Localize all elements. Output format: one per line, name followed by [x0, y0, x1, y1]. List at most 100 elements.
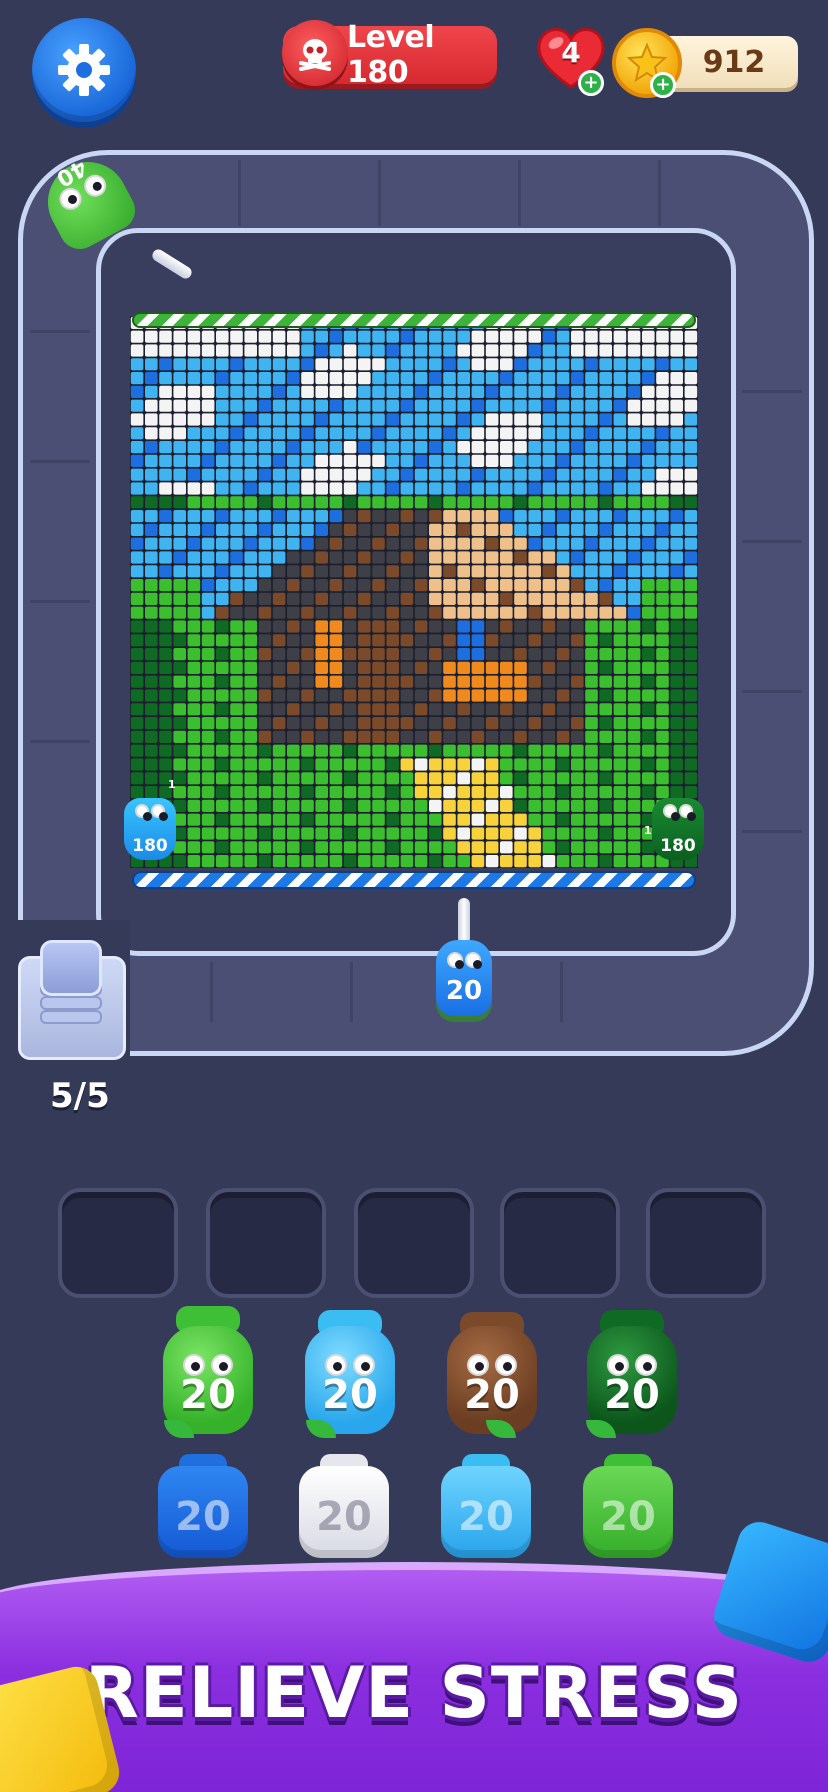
- pixel-cell: [471, 330, 485, 343]
- pixel-cell: [173, 592, 186, 605]
- pixel-cell: [684, 661, 698, 674]
- pixel-cell: [358, 579, 371, 592]
- pixel-cell: [258, 385, 272, 398]
- pixel-cell: [272, 855, 286, 868]
- add-lives-button[interactable]: +: [578, 70, 604, 96]
- empty-slot[interactable]: [646, 1188, 766, 1298]
- pixel-cell: [429, 344, 442, 357]
- pixel-cell: [329, 330, 343, 343]
- pixel-cell: [159, 634, 172, 647]
- pixel-cell: [315, 744, 328, 757]
- empty-slot[interactable]: [500, 1188, 620, 1298]
- coin-count: 912: [702, 44, 766, 80]
- pixel-cell: [542, 675, 556, 688]
- pixel-cell: [585, 772, 598, 785]
- pixel-cell: [429, 482, 442, 495]
- pixel-cell: [343, 703, 357, 716]
- pixel-cell: [386, 661, 399, 674]
- pixel-cell: [457, 813, 470, 826]
- pixel-cell: [258, 772, 272, 785]
- pixel-cell: [514, 468, 527, 481]
- pixel-cell: [471, 855, 485, 868]
- empty-slot[interactable]: [206, 1188, 326, 1298]
- pixel-cell: [400, 661, 414, 674]
- tray-bottle-cyan[interactable]: 20: [305, 1326, 395, 1434]
- pixel-cell: [400, 510, 414, 523]
- pixel-cell: [571, 441, 584, 454]
- pixel-cell: [329, 634, 343, 647]
- pixel-cell: [258, 454, 272, 467]
- pixel-cell: [244, 358, 257, 371]
- pixel-cell: [230, 523, 243, 536]
- pixel-cell: [201, 620, 215, 633]
- pixel-cell: [216, 841, 229, 854]
- pixel-cell: [514, 786, 527, 799]
- pixel-cell: [315, 827, 328, 840]
- pixel-cell: [287, 744, 300, 757]
- pixel-cell: [386, 634, 399, 647]
- pixel-cell: [613, 661, 627, 674]
- pixel-cell: [343, 537, 357, 550]
- settings-button[interactable]: [32, 18, 136, 122]
- pixel-cell: [315, 786, 328, 799]
- tray-bottle-dark-green[interactable]: 20: [587, 1326, 677, 1434]
- pixel-cell: [159, 510, 172, 523]
- pixel-cell: [457, 661, 470, 674]
- pixel-cell: [187, 606, 201, 619]
- bottle-stack[interactable]: [40, 940, 102, 996]
- pixel-cell: [556, 786, 570, 799]
- pixel-cell: [500, 579, 513, 592]
- left-bottle[interactable]: 180: [124, 798, 176, 860]
- pixel-cell: [301, 730, 314, 743]
- pixel-cell: [514, 703, 527, 716]
- pixel-cell: [599, 606, 612, 619]
- empty-slot[interactable]: [354, 1188, 474, 1298]
- pixel-cell: [457, 523, 470, 536]
- pixel-cell: [130, 441, 144, 454]
- pixel-cell: [627, 648, 641, 661]
- pixel-cell: [457, 703, 470, 716]
- pixel-cell: [429, 730, 442, 743]
- pixel-cell: [429, 827, 442, 840]
- pixel-cell: [400, 496, 414, 509]
- pixel-cell: [315, 730, 328, 743]
- pixel-cell: [542, 372, 556, 385]
- pixel-cell: [414, 551, 428, 564]
- active-shooter-bottle[interactable]: 20: [436, 940, 492, 1016]
- tray-bottle-cyan[interactable]: 20: [441, 1466, 531, 1558]
- empty-slot[interactable]: [58, 1188, 178, 1298]
- pixel-cell: [358, 413, 371, 426]
- pixel-cell: [528, 551, 541, 564]
- pixel-cell: [627, 661, 641, 674]
- pixel-cell: [329, 565, 343, 578]
- pixel-cell: [542, 441, 556, 454]
- pixel-cell: [457, 510, 470, 523]
- pixel-cell: [159, 675, 172, 688]
- tray-bottle-count: 20: [175, 1494, 231, 1540]
- pixel-cell: [500, 413, 513, 426]
- pixel-cell: [670, 523, 683, 536]
- tray-bottle-brown[interactable]: 20: [447, 1326, 537, 1434]
- track-divider: [658, 160, 661, 226]
- pixel-cell: [244, 482, 257, 495]
- pixel-cell: [585, 827, 598, 840]
- pixel-cell: [613, 675, 627, 688]
- pixel-canvas: [130, 316, 698, 868]
- pixel-cell: [358, 648, 371, 661]
- right-bottle[interactable]: 180: [652, 798, 704, 860]
- add-coins-button[interactable]: +: [650, 72, 676, 98]
- pixel-cell: [528, 772, 541, 785]
- pixel-cell: [613, 579, 627, 592]
- tray-bottle-blue[interactable]: 20: [158, 1466, 248, 1558]
- pixel-cell: [571, 482, 584, 495]
- pixel-cell: [187, 551, 201, 564]
- tray-bottle-green[interactable]: 20: [163, 1326, 253, 1434]
- tray-bottle-white[interactable]: 20: [299, 1466, 389, 1558]
- pixel-cell: [443, 344, 456, 357]
- pixel-cell: [258, 634, 272, 647]
- pixel-cell: [642, 510, 655, 523]
- pixel-cell: [485, 634, 499, 647]
- pixel-cell: [372, 703, 385, 716]
- pixel-cell: [244, 523, 257, 536]
- tray-bottle-green[interactable]: 20: [583, 1466, 673, 1558]
